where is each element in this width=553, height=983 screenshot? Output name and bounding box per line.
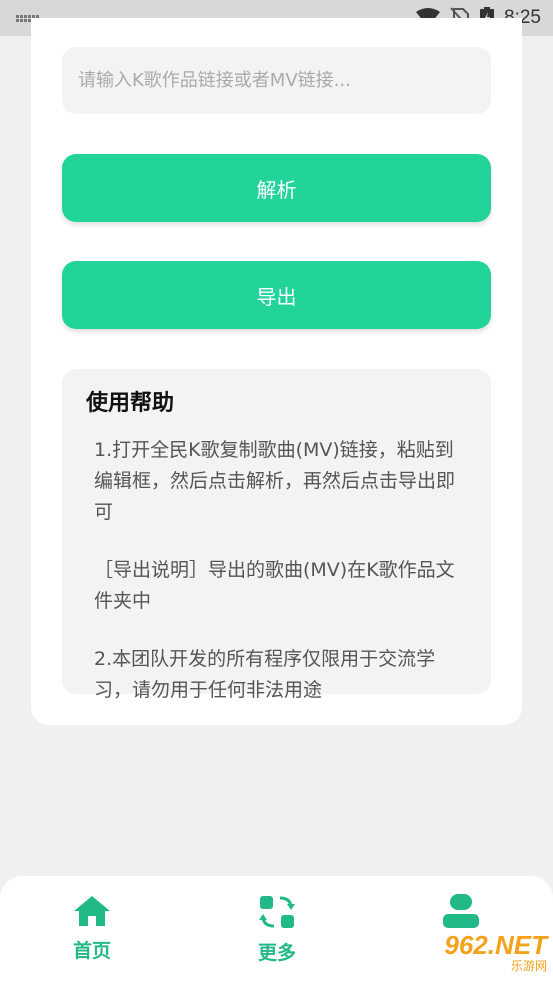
watermark-sub: 乐游网 [510,959,547,973]
nav-label-home: 首页 [72,940,111,962]
parse-button[interactable]: 解析 [62,154,491,222]
nav-item-more[interactable]: 更多 [237,894,317,965]
help-title: 使用帮助 [86,391,175,416]
watermark-logo: 962.NET 乐游网 [413,930,553,980]
help-paragraph: 2.本团队开发的所有程序仅限用于交流学习，请勿用于任何非法用途 [94,648,436,701]
link-input-box[interactable] [62,47,491,114]
nav-label-more: 更多 [257,942,296,964]
export-button[interactable]: 导出 [62,261,491,329]
user-icon [443,894,479,928]
help-panel: 使用帮助 1.打开全民K歌复制歌曲(MV)链接，粘贴到编辑框，然后点击解析，再然… [62,369,491,701]
more-icon [259,896,295,928]
nav-item-home[interactable]: 首页 [52,894,132,963]
help-paragraph: 1.打开全民K歌复制歌曲(MV)链接，粘贴到编辑框，然后点击解析，再然后点击导出… [94,439,456,523]
link-input[interactable] [78,70,475,91]
home-icon [74,896,110,926]
help-paragraph: ［导出说明］导出的歌曲(MV)在K歌作品文件夹中 [94,559,455,612]
